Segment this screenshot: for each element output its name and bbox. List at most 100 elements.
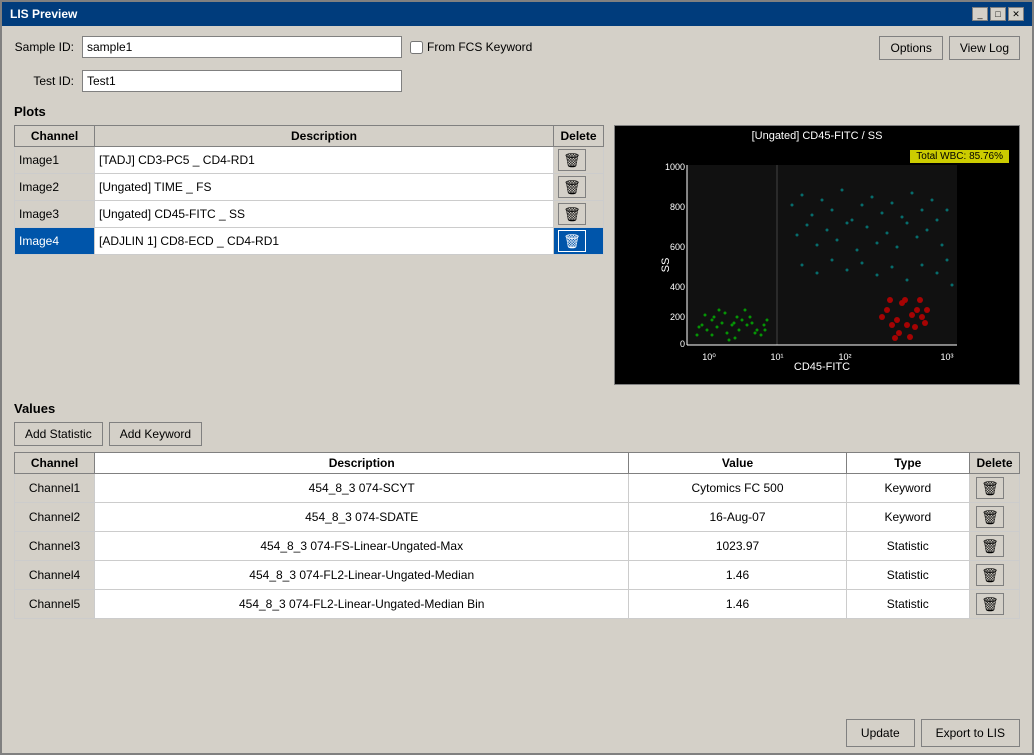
plot-desc-cell: [Ungated] TIME _ FS — [95, 174, 554, 201]
export-to-lis-button[interactable]: Export to LIS — [921, 719, 1020, 747]
plot-desc-cell: [TADJ] CD3-PC5 _ CD4-RD1 — [95, 147, 554, 174]
from-fcs-checkbox[interactable] — [410, 41, 423, 54]
value-delete-button[interactable]: 🗑 — [976, 506, 1004, 528]
table-row: Channel3 454_8_3 074-FS-Linear-Ungated-M… — [15, 532, 1020, 561]
values-col-description: Description — [95, 453, 629, 474]
value-desc-cell: 454_8_3 074-FL2-Linear-Ungated-Median Bi… — [95, 590, 629, 619]
value-channel-cell: Channel2 — [15, 503, 95, 532]
title-bar: LIS Preview _ □ ✕ — [2, 2, 1032, 26]
test-id-label: Test ID: — [14, 74, 74, 88]
plots-col-description: Description — [95, 126, 554, 147]
values-col-type: Type — [846, 453, 969, 474]
add-statistic-button[interactable]: Add Statistic — [14, 422, 103, 446]
plot-desc-cell: [ADJLIN 1] CD8-ECD _ CD4-RD1 — [95, 228, 554, 255]
table-row[interactable]: Image3 [Ungated] CD45-FITC _ SS 🗑 — [15, 201, 604, 228]
values-table: Channel Description Value Type Delete Ch… — [14, 452, 1020, 619]
table-row[interactable]: Image4 [ADJLIN 1] CD8-ECD _ CD4-RD1 🗑 — [15, 228, 604, 255]
value-channel-cell: Channel4 — [15, 561, 95, 590]
value-type-cell: Statistic — [846, 532, 969, 561]
value-delete-button[interactable]: 🗑 — [976, 477, 1004, 499]
plots-table-body: Image1 [TADJ] CD3-PC5 _ CD4-RD1 🗑 Image2… — [15, 147, 604, 255]
options-button[interactable]: Options — [879, 36, 942, 60]
chart-area: [Ungated] CD45-FITC / SS Total WBC: 85.7… — [614, 125, 1020, 385]
content-area: Sample ID: From FCS Keyword Options View… — [2, 26, 1032, 713]
plots-panel: Channel Description Delete Image1 [TADJ]… — [14, 125, 604, 385]
value-delete-button[interactable]: 🗑 — [976, 593, 1004, 615]
from-fcs-checkbox-label: From FCS Keyword — [410, 40, 532, 54]
minimize-button[interactable]: _ — [972, 7, 988, 21]
plots-col-channel: Channel — [15, 126, 95, 147]
sample-id-row: Sample ID: From FCS Keyword — [14, 36, 873, 58]
chart-svg: SS CD45-FITC 1000 800 600 400 200 0 10⁰ … — [657, 155, 977, 375]
plot-delete-button[interactable]: 🗑 — [558, 176, 586, 198]
value-del-cell: 🗑 — [970, 503, 1020, 532]
value-del-cell: 🗑 — [970, 532, 1020, 561]
bottom-bar: Update Export to LIS — [2, 713, 1032, 753]
table-row: Channel2 454_8_3 074-SDATE 16-Aug-07 Key… — [15, 503, 1020, 532]
plots-col-delete: Delete — [554, 126, 604, 147]
svg-text:600: 600 — [670, 242, 685, 252]
table-row: Channel5 454_8_3 074-FL2-Linear-Ungated-… — [15, 590, 1020, 619]
value-val-cell: 1.46 — [629, 561, 846, 590]
value-desc-cell: 454_8_3 074-SDATE — [95, 503, 629, 532]
plot-channel-cell: Image4 — [15, 228, 95, 255]
values-col-value: Value — [629, 453, 846, 474]
chart-svg-container: SS CD45-FITC 1000 800 600 400 200 0 10⁰ … — [615, 146, 1019, 384]
value-val-cell: 1023.97 — [629, 532, 846, 561]
svg-text:10⁰: 10⁰ — [702, 352, 716, 362]
values-section: Values Add Statistic Add Keyword Channel… — [14, 397, 1020, 619]
svg-text:10¹: 10¹ — [770, 352, 783, 362]
svg-text:400: 400 — [670, 282, 685, 292]
window-title: LIS Preview — [10, 7, 77, 21]
title-bar-buttons: _ □ ✕ — [972, 7, 1024, 21]
y-axis-label: SS — [660, 258, 672, 273]
value-type-cell: Statistic — [846, 561, 969, 590]
plot-desc-cell: [Ungated] CD45-FITC _ SS — [95, 201, 554, 228]
value-del-cell: 🗑 — [970, 474, 1020, 503]
value-type-cell: Statistic — [846, 590, 969, 619]
maximize-button[interactable]: □ — [990, 7, 1006, 21]
value-val-cell: 16-Aug-07 — [629, 503, 846, 532]
values-table-body: Channel1 454_8_3 074-SCYT Cytomics FC 50… — [15, 474, 1020, 619]
plot-delete-button[interactable]: 🗑 — [558, 203, 586, 225]
value-desc-cell: 454_8_3 074-SCYT — [95, 474, 629, 503]
plots-section-title: Plots — [14, 104, 1020, 119]
value-channel-cell: Channel5 — [15, 590, 95, 619]
chart-title: [Ungated] CD45-FITC / SS — [615, 126, 1019, 146]
plots-table: Channel Description Delete Image1 [TADJ]… — [14, 125, 604, 255]
plot-delete-button[interactable]: 🗑 — [558, 149, 586, 171]
value-delete-button[interactable]: 🗑 — [976, 564, 1004, 586]
svg-text:10³: 10³ — [940, 352, 953, 362]
plot-del-cell: 🗑 — [554, 228, 604, 255]
add-keyword-button[interactable]: Add Keyword — [109, 422, 202, 446]
x-axis-label: CD45-FITC — [794, 361, 850, 373]
value-delete-button[interactable]: 🗑 — [976, 535, 1004, 557]
value-del-cell: 🗑 — [970, 590, 1020, 619]
value-val-cell: 1.46 — [629, 590, 846, 619]
table-row[interactable]: Image2 [Ungated] TIME _ FS 🗑 — [15, 174, 604, 201]
values-buttons-row: Add Statistic Add Keyword — [14, 422, 1020, 446]
sample-id-input[interactable] — [82, 36, 402, 58]
test-id-input[interactable] — [82, 70, 402, 92]
svg-text:200: 200 — [670, 312, 685, 322]
value-desc-cell: 454_8_3 074-FS-Linear-Ungated-Max — [95, 532, 629, 561]
plot-channel-cell: Image3 — [15, 201, 95, 228]
table-row[interactable]: Image1 [TADJ] CD3-PC5 _ CD4-RD1 🗑 — [15, 147, 604, 174]
close-button[interactable]: ✕ — [1008, 7, 1024, 21]
main-area: Channel Description Delete Image1 [TADJ]… — [14, 125, 1020, 385]
value-channel-cell: Channel3 — [15, 532, 95, 561]
plot-delete-button[interactable]: 🗑 — [558, 230, 586, 252]
svg-text:1000: 1000 — [665, 162, 685, 172]
plot-channel-cell: Image1 — [15, 147, 95, 174]
update-button[interactable]: Update — [846, 719, 915, 747]
plot-del-cell: 🗑 — [554, 201, 604, 228]
values-col-delete: Delete — [970, 453, 1020, 474]
value-desc-cell: 454_8_3 074-FL2-Linear-Ungated-Median — [95, 561, 629, 590]
value-del-cell: 🗑 — [970, 561, 1020, 590]
main-window: LIS Preview _ □ ✕ Sample ID: From FCS Ke… — [0, 0, 1034, 755]
table-row: Channel4 454_8_3 074-FL2-Linear-Ungated-… — [15, 561, 1020, 590]
plot-del-cell: 🗑 — [554, 174, 604, 201]
plot-channel-cell: Image2 — [15, 174, 95, 201]
view-log-button[interactable]: View Log — [949, 36, 1020, 60]
plots-table-header: Channel Description Delete — [15, 126, 604, 147]
